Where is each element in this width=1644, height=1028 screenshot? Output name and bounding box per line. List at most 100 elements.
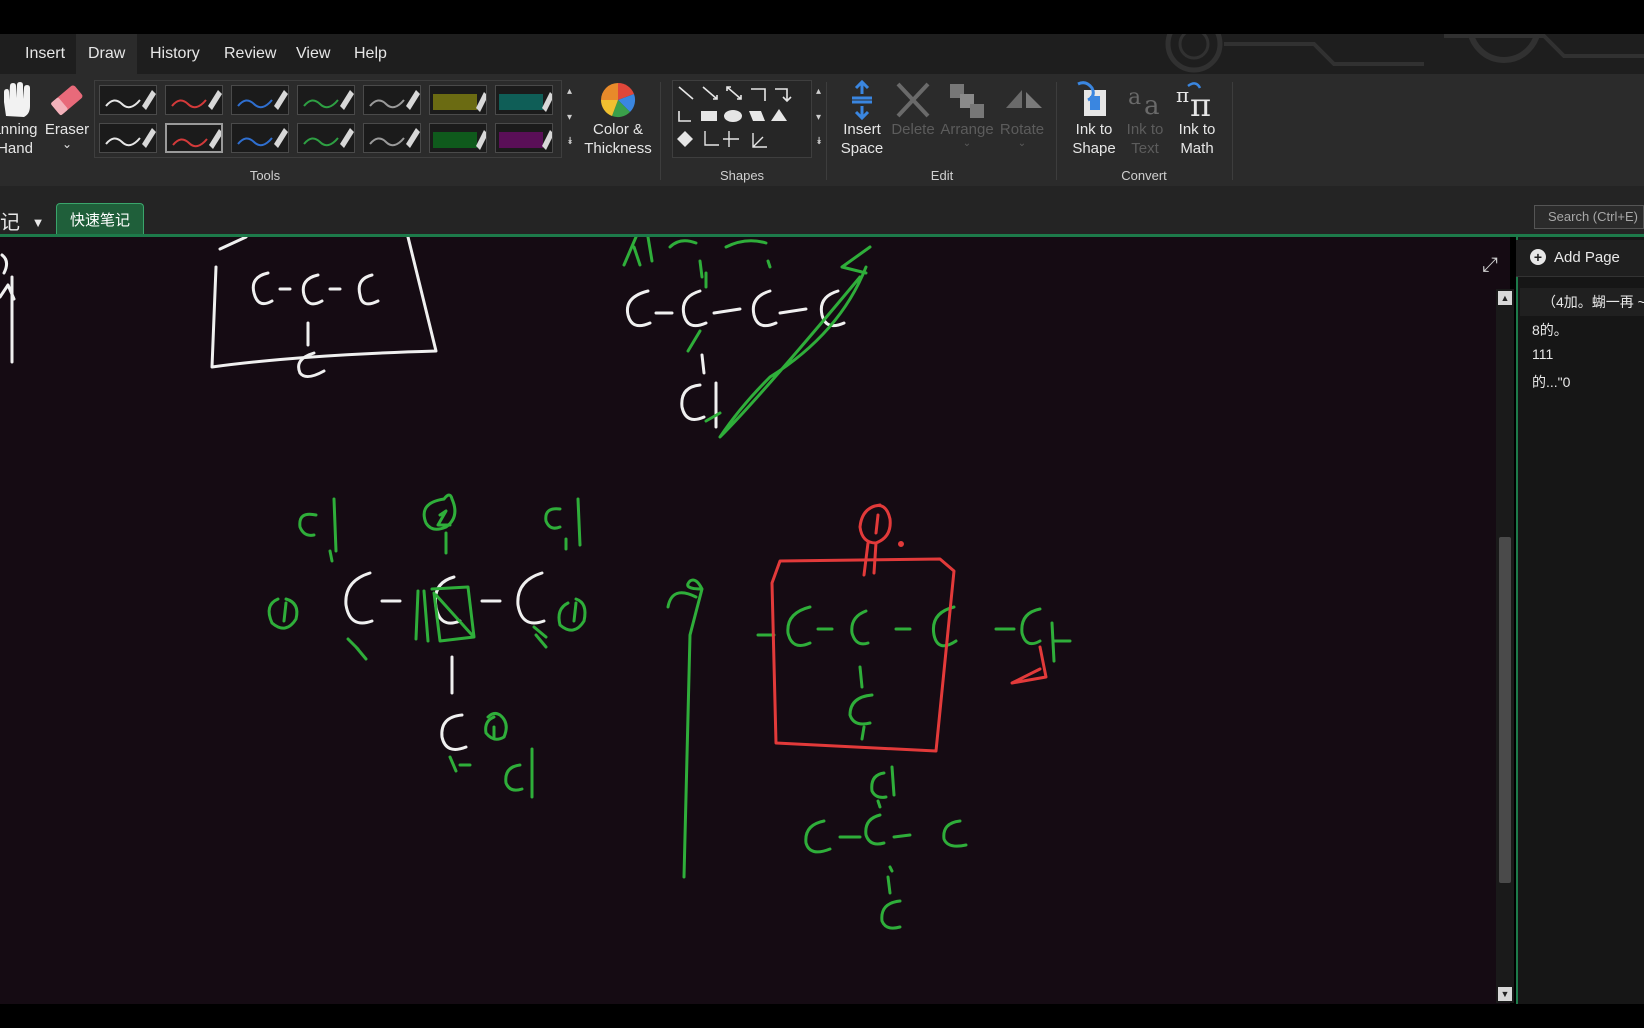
color-thickness-label-2: Thickness — [584, 140, 652, 157]
add-page-button[interactable]: + Add Page — [1516, 240, 1644, 277]
line-shape-icon — [678, 86, 694, 100]
parallelogram-shape-icon — [749, 111, 765, 121]
pen-swatch[interactable] — [297, 123, 355, 153]
section-bar — [0, 186, 1644, 236]
tab-review[interactable]: Review — [212, 34, 288, 74]
delete-icon — [896, 82, 930, 118]
highlighter-swatch[interactable] — [495, 85, 553, 115]
color-thickness-button[interactable]: Color & Thickness — [582, 80, 654, 158]
vertical-scrollbar[interactable]: ▲ ▼ — [1496, 289, 1514, 1003]
elbow-arrow-shape-icon — [775, 88, 792, 103]
arrange-icon — [950, 84, 984, 118]
shapes-more-icon[interactable]: ⯯ — [816, 136, 822, 147]
3d-axes-shape-icon — [752, 133, 767, 148]
panning-hand-label-1: anning — [0, 121, 38, 138]
pen-swatch[interactable] — [165, 85, 223, 115]
pen-swatch[interactable] — [297, 85, 355, 115]
ellipse-shape-icon — [724, 110, 742, 122]
pen-swatch[interactable] — [99, 123, 157, 153]
pen-swatch[interactable] — [363, 123, 421, 153]
ink-to-math-button[interactable]: π π Ink to Math — [1170, 80, 1224, 158]
window-bottom-bar — [0, 1004, 1644, 1028]
ink-to-shape-label-2: Shape — [1072, 140, 1116, 157]
scroll-thumb[interactable] — [1499, 537, 1511, 883]
highlighter-swatch[interactable] — [429, 123, 487, 153]
insert-space-icon — [852, 80, 872, 120]
ribbon-separator — [1232, 82, 1233, 180]
arrange-button[interactable]: Arrange ⌄ — [940, 80, 994, 149]
page-item[interactable]: 111 — [1532, 346, 1553, 362]
pen-gallery-up-icon[interactable]: ▴ — [567, 86, 572, 97]
svg-text:a: a — [1144, 91, 1160, 120]
shapes-gallery[interactable] — [672, 80, 812, 158]
ribbon-separator — [660, 82, 661, 180]
insert-space-button[interactable]: Insert Space — [834, 80, 890, 158]
ink-to-shape-button[interactable]: Ink to Shape — [1066, 80, 1122, 158]
eraser-dropdown-icon[interactable]: ⌄ — [44, 138, 90, 150]
ink-to-math-label-2: Math — [1180, 140, 1214, 157]
scroll-down-icon[interactable]: ▼ — [1498, 987, 1512, 1001]
section-tab-quick-notes[interactable]: 快速笔记 — [56, 203, 144, 236]
pen-swatch[interactable] — [99, 85, 157, 115]
expand-icon[interactable]: ⤢ — [1482, 254, 1498, 277]
pen-swatch[interactable] — [165, 123, 223, 153]
window-top-bar — [0, 0, 1644, 34]
ink-to-text-label-2: Text — [1131, 140, 1159, 157]
arrange-dropdown-icon: ⌄ — [962, 138, 972, 149]
eraser-icon — [51, 85, 83, 115]
svg-text:π: π — [1176, 83, 1189, 107]
panning-hand-button[interactable]: anning Hand — [0, 80, 40, 158]
eraser-button[interactable]: Eraser ⌄ — [44, 80, 90, 150]
pen-gallery-down-icon[interactable]: ▾ — [567, 112, 572, 123]
pen-gallery-more-icon[interactable]: ⯯ — [567, 136, 573, 147]
add-page-label: Add Page — [1554, 249, 1620, 266]
ink-to-math-icon: π π — [1176, 82, 1211, 120]
tools-group-label: Tools — [249, 168, 281, 183]
rectangle-shape-icon — [701, 111, 717, 121]
highlighter-swatch[interactable] — [429, 85, 487, 115]
ribbon-separator — [826, 82, 827, 180]
axes-shape-icon — [723, 131, 739, 147]
color-thickness-label-1: Color & — [592, 121, 644, 138]
edit-group-label: Edit — [930, 168, 954, 183]
ink-to-text-icon: a a — [1128, 85, 1160, 120]
diamond-shape-icon — [677, 131, 693, 147]
highlighter-swatch[interactable] — [495, 123, 553, 153]
pen-swatch[interactable] — [363, 85, 421, 115]
ink-to-shape-label-1: Ink to — [1075, 121, 1113, 138]
page-item[interactable]: （4加。蝴一再 ~ — [1520, 288, 1644, 316]
ink-to-text-button[interactable]: a a Ink to Text — [1120, 80, 1170, 158]
notebook-selector[interactable]: 记 ▼ — [0, 206, 44, 235]
insert-space-label-1: Insert — [843, 121, 881, 138]
tab-view[interactable]: View — [284, 34, 342, 74]
shapes-up-icon[interactable]: ▴ — [816, 86, 821, 97]
hand-icon — [4, 82, 30, 117]
ink-to-shape-icon — [1077, 81, 1106, 116]
delete-button[interactable]: Delete — [890, 80, 936, 139]
page-canvas[interactable] — [0, 237, 1510, 1004]
svg-text:π: π — [1190, 86, 1211, 120]
ink-drawing — [0, 237, 1072, 930]
arrow-shape-icon — [702, 86, 718, 100]
double-arrow-shape-icon — [726, 86, 742, 100]
search-input[interactable]: Search (Ctrl+E) — [1534, 205, 1644, 229]
shapes-icons — [677, 86, 792, 148]
tab-history[interactable]: History — [138, 34, 212, 74]
rotate-label: Rotate — [999, 121, 1045, 138]
tab-insert[interactable]: Insert — [13, 34, 77, 74]
shapes-down-icon[interactable]: ▾ — [816, 112, 821, 123]
rotate-dropdown-icon: ⌄ — [1017, 138, 1027, 149]
page-item[interactable]: 8的。 — [1532, 320, 1568, 340]
pen-swatch[interactable] — [231, 123, 289, 153]
page-item[interactable]: 的..."0 — [1532, 372, 1570, 392]
corner-shape-icon — [678, 111, 691, 122]
scroll-up-icon[interactable]: ▲ — [1498, 291, 1512, 305]
rotate-button[interactable]: Rotate ⌄ — [996, 80, 1048, 149]
tab-draw[interactable]: Draw — [76, 34, 138, 76]
tab-help[interactable]: Help — [342, 34, 399, 74]
arrange-label: Arrange — [940, 121, 994, 138]
shapes-group-label: Shapes — [719, 168, 765, 183]
pen-swatch[interactable] — [231, 85, 289, 115]
chevron-down-icon: ▼ — [31, 215, 45, 230]
plus-icon: + — [1530, 249, 1546, 265]
